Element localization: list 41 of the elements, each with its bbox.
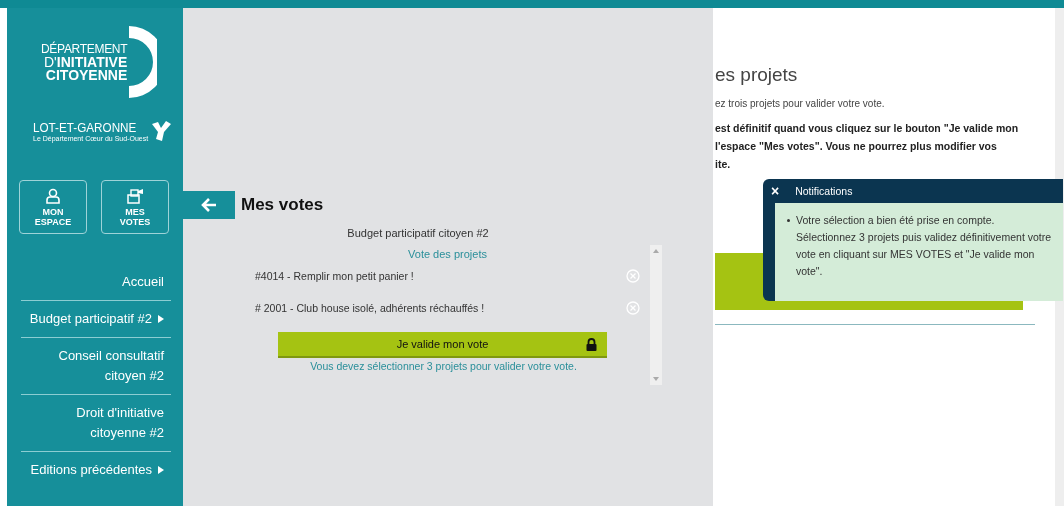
account-button[interactable]: MON ESPACE [19,180,87,234]
back-arrow-icon [201,198,217,212]
account-button[interactable]: MES VOTES [101,180,169,234]
page-heading: es projets [715,64,799,86]
logo-text: DÉPARTEMENT [41,42,128,56]
scroll-up-icon[interactable] [653,249,659,253]
close-button[interactable]: × [771,183,780,199]
remove-icon[interactable] [626,269,640,283]
nav-link[interactable]: Accueil [21,264,171,300]
arc-logo-icon [127,24,158,100]
warning-text: est définitif quand vous cliquez sur le bouton "Je valide mon [715,121,1020,136]
warning-text: l'espace "Mes votes". Vous ne pourrez plus modifier vos [715,139,998,154]
nav-link[interactable]: Editions précédentes [21,451,171,488]
user-icon [46,187,60,204]
page-scrollbar[interactable] [1055,8,1064,506]
brand-name: LOT-ET-GARONNE [33,120,137,135]
scrollbar[interactable] [650,245,662,385]
caret-icon [158,315,164,323]
ballot-box-icon [126,187,144,204]
panel-title: Mes votes [241,195,324,215]
notification-title: Notifications [795,185,853,197]
hint-text: Vous devez sélectionner 3 projets pour valider votre vote. [309,360,578,372]
map-logo-icon [150,120,173,142]
scroll-down-icon[interactable] [653,377,659,381]
notification-message: Votre sélection a bien été prise en compte. Sélectionnez 3 projets puis validez définitivement votre vote en cliquant sur MES VOTES et "Je valide mon vote". [796,213,1053,279]
vote-item: # 2001 - Club house isolé, adhérents réchauffés ! [255,302,485,314]
panel-subtitle: Budget participatif citoyen #2 [346,227,490,239]
lock-icon [586,338,597,351]
logo-text: CITOYENNE [45,68,128,82]
nav-link[interactable]: Conseil consultatif citoyen #2 [21,337,171,394]
back-button[interactable] [183,191,235,219]
intro-text: ez trois projets pour valider votre vote. [715,98,886,109]
remove-icon[interactable] [626,301,640,315]
section-title: Vote des projets [407,248,488,260]
nav-link[interactable]: Budget participatif #2 [21,300,171,337]
caret-icon [158,466,164,474]
vote-item: #4014 - Remplir mon petit panier ! [255,270,414,282]
logo-text: D'INITIATIVE [43,55,128,69]
nav-link[interactable]: Droit d'initiative citoyenne #2 [21,394,171,451]
validate-button[interactable]: Je valide mon vote [278,332,607,358]
warning-text: ite. [715,157,732,172]
